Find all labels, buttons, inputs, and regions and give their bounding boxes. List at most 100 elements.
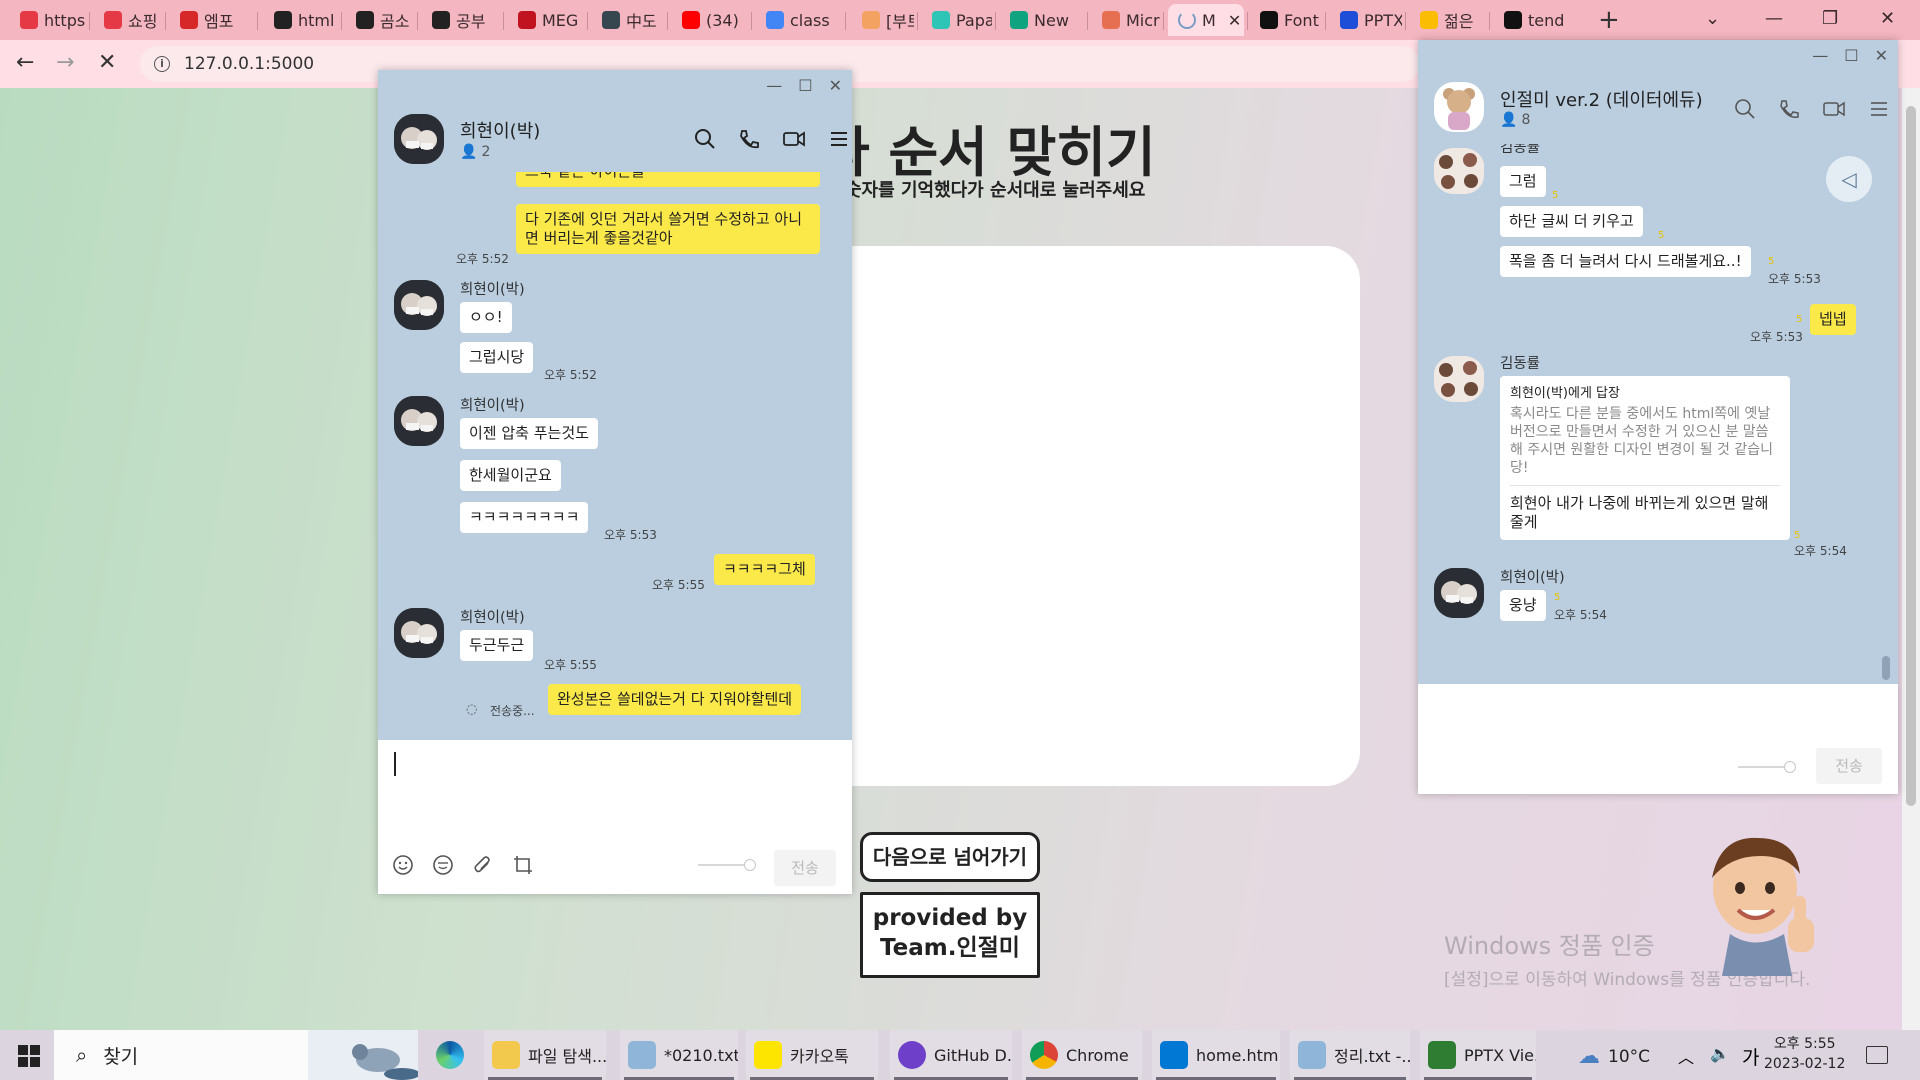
send-button[interactable]: 전송 <box>1816 748 1882 784</box>
weather-widget[interactable]: ☁ 10°C <box>1578 1044 1650 1069</box>
url-text[interactable]: 127.0.0.1:5000 <box>184 54 314 74</box>
message-bubble-other[interactable]: 그럼 <box>1500 166 1546 197</box>
chat-minimize-button[interactable]: — <box>1812 46 1828 65</box>
close-tab-icon[interactable]: ✕ <box>1228 11 1241 30</box>
forward-arrow-icon[interactable]: → <box>56 50 74 75</box>
opacity-slider-knob[interactable] <box>1784 761 1796 773</box>
chat-minimize-button[interactable]: — <box>766 76 782 95</box>
message-bubble-other[interactable]: ㅇㅇ! <box>460 302 512 333</box>
page-scroll-thumb[interactable] <box>1906 106 1916 806</box>
edge-taskbar-icon[interactable] <box>430 1030 470 1080</box>
speaker-icon[interactable]: 🔈 <box>1710 1044 1730 1063</box>
menu-icon[interactable] <box>1868 98 1890 120</box>
chat-close-button[interactable]: ✕ <box>1875 46 1888 65</box>
browser-tab[interactable]: 中도 <box>592 4 664 36</box>
browser-tab[interactable]: Micr <box>1092 4 1160 36</box>
taskbar-search-box[interactable]: ⌕ 찾기 <box>54 1030 418 1080</box>
message-bubble-mine[interactable]: ㅋㅋㅋㅋ그체 <box>714 554 815 585</box>
taskbar-app-folder[interactable]: 파일 탐색... <box>484 1030 606 1080</box>
browser-tab[interactable]: PPTX <box>1330 4 1402 36</box>
sender-avatar[interactable] <box>1434 356 1484 402</box>
chat-maximize-button[interactable]: ☐ <box>798 76 812 95</box>
taskbar-app-notepad[interactable]: 정리.txt -... <box>1290 1030 1410 1080</box>
message-bubble-other[interactable]: 웅냥 <box>1500 590 1546 621</box>
message-bubble-other[interactable]: 한세월이군요 <box>460 460 561 491</box>
chat-close-button[interactable]: ✕ <box>829 76 842 95</box>
browser-tab[interactable]: Font <box>1250 4 1322 36</box>
taskbar-app-pptx-viewer[interactable]: PPTX Vie... <box>1420 1030 1536 1080</box>
stop-loading-icon[interactable]: ✕ <box>98 50 116 75</box>
search-icon[interactable] <box>694 128 716 150</box>
browser-tab[interactable]: M ✕ <box>1168 4 1244 36</box>
tab-search-chevron-icon[interactable]: ⌄ <box>1705 8 1720 29</box>
chat-message-area[interactable]: 김동률 그럼 5 ◁ 하단 글씨 더 키우고 5 폭을 좀 더 늘려서 다시 드… <box>1418 144 1898 684</box>
sender-avatar[interactable] <box>394 280 444 330</box>
browser-tab[interactable]: https <box>10 4 86 36</box>
message-bubble-mine[interactable]: 스북 같은 아이콘을 <box>516 172 820 187</box>
reply-message-bubble[interactable]: 희현이(박)에게 답장 혹시라도 다른 분들 중에서도 html쪽에 옛날 버전… <box>1500 376 1790 540</box>
taskbar-app-chrome[interactable]: Chrome <box>1022 1030 1142 1080</box>
message-bubble-other[interactable]: 이젠 압축 푸는것도 <box>460 418 598 449</box>
announcement-megaphone-icon[interactable]: ◁ <box>1826 156 1872 202</box>
back-arrow-icon[interactable]: ← <box>16 50 34 75</box>
message-bubble-mine[interactable]: 다 기존에 잇던 거라서 쓸거면 수정하고 아니면 버리는게 좋을것같아 <box>516 204 820 254</box>
taskbar-clock[interactable]: 오후 5:55 2023-02-12 <box>1764 1034 1845 1074</box>
taskbar-app-vscode[interactable]: home.htm... <box>1152 1030 1280 1080</box>
sender-avatar[interactable] <box>1434 148 1484 194</box>
chat-header-avatar[interactable] <box>394 114 444 164</box>
message-bubble-mine[interactable]: 완성본은 쓸데없는거 다 지워야할텐데 <box>548 684 802 715</box>
search-icon[interactable] <box>1734 98 1756 120</box>
sender-avatar[interactable] <box>394 608 444 658</box>
ime-indicator[interactable]: 가 <box>1742 1043 1759 1070</box>
video-call-icon[interactable] <box>782 128 806 150</box>
message-bubble-other[interactable]: 폭을 좀 더 늘려서 다시 드래볼게요..! <box>1500 246 1751 277</box>
taskbar-app-github-desktop[interactable]: GitHub D... <box>890 1030 1012 1080</box>
browser-tab[interactable]: 곰소 <box>346 4 414 36</box>
taskbar-app-notepad[interactable]: *0210.txt -... <box>620 1030 738 1080</box>
next-button[interactable]: 다음으로 넘어가기 <box>860 832 1040 882</box>
browser-tab[interactable]: html <box>264 4 338 36</box>
minimize-window-button[interactable]: — <box>1765 8 1783 29</box>
message-bubble-other[interactable]: ㅋㅋㅋㅋㅋㅋㅋㅋ <box>460 502 589 533</box>
info-icon[interactable]: i <box>154 56 170 72</box>
close-window-button[interactable]: ✕ <box>1880 8 1895 29</box>
screenshot-crop-icon[interactable] <box>512 854 534 876</box>
browser-tab[interactable]: 공부 <box>422 4 500 36</box>
group-avatar-bear[interactable] <box>1434 82 1484 132</box>
notification-center-icon[interactable] <box>1866 1046 1888 1064</box>
new-tab-button[interactable]: + <box>1598 5 1620 35</box>
chat-maximize-button[interactable]: ☐ <box>1844 46 1858 65</box>
browser-tab[interactable]: 엠포 <box>170 4 254 36</box>
sender-avatar[interactable] <box>1434 568 1484 618</box>
browser-tab[interactable]: New <box>1000 4 1084 36</box>
start-button-windows-icon[interactable] <box>18 1045 40 1067</box>
browser-tab[interactable]: (34) <box>672 4 748 36</box>
tray-chevron-icon[interactable]: ︿ <box>1678 1044 1694 1068</box>
browser-tab[interactable]: [부트 <box>852 4 914 36</box>
chat-message-area[interactable]: 스북 같은 아이콘을 다 기존에 잇던 거라서 쓸거면 수정하고 아니면 버리는… <box>378 172 852 732</box>
browser-tab[interactable]: Papa <box>922 4 992 36</box>
page-scrollbar[interactable] <box>1902 88 1920 1030</box>
browser-tab[interactable]: class <box>756 4 842 36</box>
taskbar-app-kakaotalk[interactable]: 카카오톡 <box>746 1030 878 1080</box>
chat-scroll-thumb[interactable] <box>1882 656 1890 680</box>
message-input[interactable]: 전송 <box>378 740 852 894</box>
restore-window-button[interactable]: ❐ <box>1822 8 1838 29</box>
send-button[interactable]: 전송 <box>774 850 836 886</box>
message-bubble-other[interactable]: 두근두근 <box>460 630 534 661</box>
message-bubble-other[interactable]: 그럽시당 <box>460 342 534 373</box>
sender-avatar[interactable] <box>394 396 444 446</box>
emoticon-icon[interactable] <box>432 854 454 876</box>
browser-tab[interactable]: tend <box>1494 4 1570 36</box>
phone-icon[interactable] <box>1778 98 1800 120</box>
browser-tab[interactable]: 젊은 <box>1410 4 1486 36</box>
browser-tab[interactable]: 쇼핑 <box>94 4 162 36</box>
attach-file-icon[interactable] <box>472 854 494 876</box>
message-bubble-other[interactable]: 하단 글씨 더 키우고 <box>1500 206 1643 237</box>
browser-tab[interactable]: MEG <box>508 4 584 36</box>
message-bubble-mine[interactable]: 넵넵 <box>1810 304 1856 335</box>
opacity-slider-knob[interactable] <box>744 859 756 871</box>
video-call-icon[interactable] <box>1822 98 1846 120</box>
emoji-icon[interactable] <box>392 854 414 876</box>
phone-icon[interactable] <box>738 128 760 150</box>
